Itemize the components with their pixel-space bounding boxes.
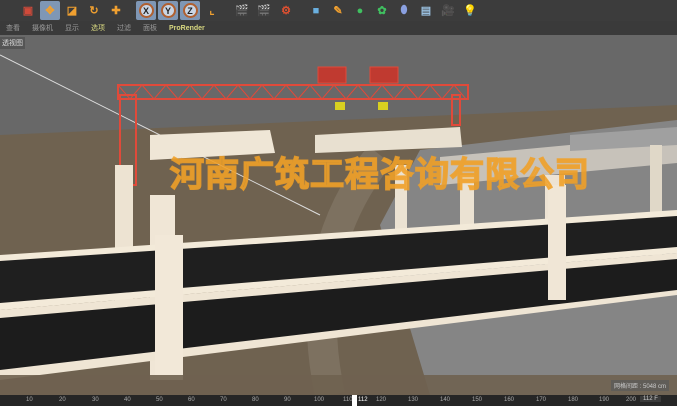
menu-filter[interactable]: 过滤 [117,23,131,33]
scene [0,35,677,395]
timeline-tick: 10 [26,397,33,403]
scale-icon[interactable]: ◪ [62,1,82,20]
menu-display[interactable]: 显示 [65,23,79,33]
camera-icon[interactable]: 🎥 [438,1,458,20]
menu-view[interactable]: 查看 [6,23,20,33]
timeline-tick: 200 [626,397,637,403]
menu-panel[interactable]: 面板 [143,23,157,33]
timeline-tick: 180 [568,397,579,403]
floor-icon[interactable]: ▤ [416,1,436,20]
timeline-tick: 90 [284,397,291,403]
viewport-menu: 查看 摄像机 显示 选项 过滤 面板 ProRender [0,21,677,35]
rotate-icon[interactable]: ↻ [84,1,104,20]
timeline[interactable]: 10 20 30 40 50 60 70 80 90 100 110 112 1… [0,395,677,406]
render-settings-icon[interactable]: ⚙ [276,1,296,20]
watermark: 河南广筑工程咨询有限公司 [169,155,590,195]
subdivision-icon[interactable]: ● [350,1,370,20]
light-icon[interactable]: 💡 [460,1,480,20]
array-icon[interactable]: ✿ [372,1,392,20]
last-tool-icon[interactable]: ✚ [106,1,126,20]
menu-camera[interactable]: 摄像机 [32,23,53,33]
grid-spacing-info: 网格间距 : 5048 cm [610,380,669,391]
timeline-tick: 160 [504,397,515,403]
timeline-tick: 50 [156,397,163,403]
timeline-tick: 150 [472,397,483,403]
current-frame-field[interactable]: 112 F [640,396,661,402]
move-mode-icon[interactable]: ▣ [18,1,38,20]
cube-icon[interactable]: ■ [306,1,326,20]
y-axis-lock[interactable]: Y [158,1,178,20]
playhead[interactable] [352,395,357,406]
timeline-tick: 40 [124,397,131,403]
timeline-tick: 100 [314,397,325,403]
z-axis-lock[interactable]: Z [180,1,200,20]
menu-prorender[interactable]: ProRender [169,25,205,32]
x-axis-lock[interactable]: X [136,1,156,20]
timeline-tick: 70 [220,397,227,403]
render-view-icon[interactable]: 🎬 [232,1,252,20]
timeline-tick: 30 [92,397,99,403]
timeline-tick: 20 [59,397,66,403]
move-icon[interactable]: ✥ [40,1,60,20]
deformer-icon[interactable]: ⬮ [394,1,414,20]
render-picture-icon[interactable]: 🎬 [254,1,274,20]
current-frame-marker: 112 [358,397,368,403]
timeline-tick: 60 [188,397,195,403]
timeline-tick: 190 [599,397,610,403]
3d-viewport[interactable]: 透视图 河南广筑工程咨询有限公司 网格间距 : 5048 cm [0,35,677,395]
timeline-tick: 80 [252,397,259,403]
timeline-tick: 170 [536,397,547,403]
viewport-label: 透视图 [0,37,25,49]
pen-icon[interactable]: ✎ [328,1,348,20]
timeline-tick: 120 [376,397,387,403]
toolbar: ▣ ✥ ◪ ↻ ✚ X Y Z ⌞ 🎬 🎬 ⚙ ■ ✎ ● ✿ ⬮ ▤ 🎥 💡 [0,0,677,21]
timeline-tick: 130 [408,397,419,403]
coordinate-system-icon[interactable]: ⌞ [202,1,222,20]
timeline-tick: 140 [440,397,451,403]
menu-options[interactable]: 选项 [91,23,105,33]
